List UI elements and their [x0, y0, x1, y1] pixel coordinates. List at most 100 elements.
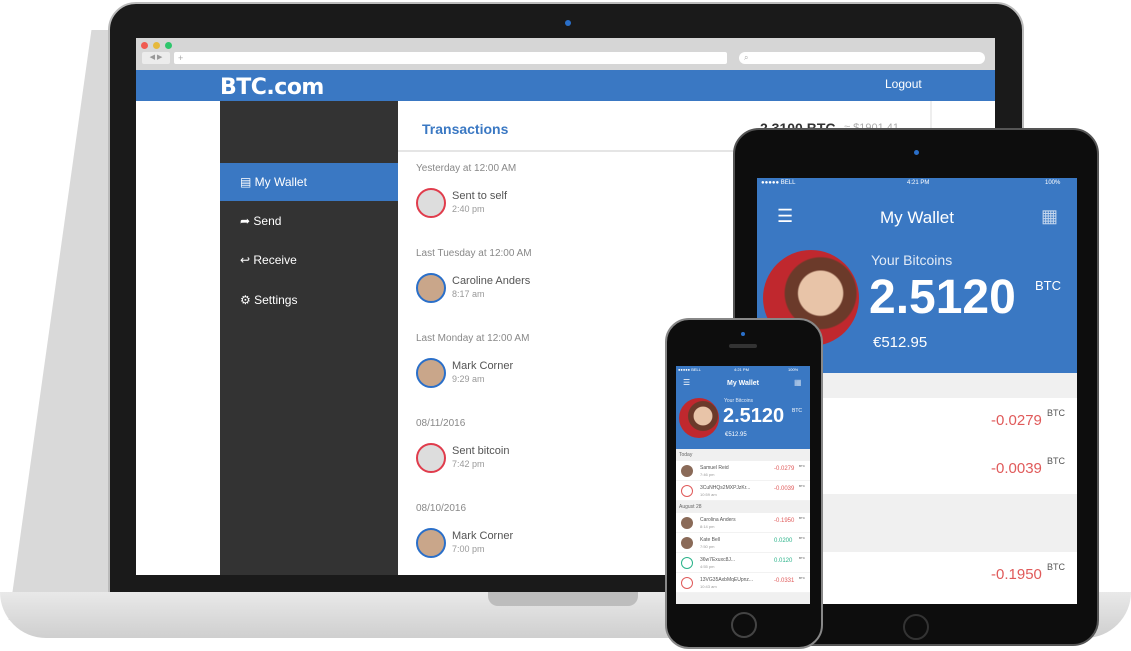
transaction-amount: -0.0279	[991, 412, 1042, 429]
transaction-name: Sent to self	[452, 190, 508, 202]
status-battery: 100%	[1045, 180, 1061, 186]
btc-unit: BTC	[799, 464, 805, 468]
transaction-amount: -0.0039	[991, 460, 1042, 477]
your-bitcoins-label: Your Bitcoins	[724, 398, 753, 404]
status-carrier: ●●●●● BELL	[678, 367, 701, 372]
group-label: Last Monday at 12:00 AM	[416, 333, 530, 344]
maximize-dot[interactable]	[165, 42, 172, 49]
section-label: August 28	[679, 504, 702, 510]
transaction-time: 8:14 pm	[700, 524, 715, 529]
logo[interactable]: BTC.com	[220, 75, 324, 100]
transaction-row[interactable]: Caroline Anders 8:17 am	[416, 273, 716, 305]
group-label: Yesterday at 12:00 AM	[416, 163, 517, 174]
camera	[741, 332, 745, 336]
transaction-name: 13VG35AxbMqEUpnz...	[700, 577, 754, 583]
qr-code-icon[interactable]: ▦	[1041, 206, 1058, 227]
bitcoin-unit: BTC	[792, 408, 802, 414]
btc-unit: BTC	[1047, 456, 1065, 466]
home-button[interactable]	[903, 614, 929, 640]
transaction-time: 4:55 pm	[700, 564, 715, 569]
avatar	[416, 358, 446, 388]
transaction-row[interactable]: 36w7Exuxc8J... 4:55 pm 0.0120 BTC	[676, 553, 810, 573]
bitcoin-amount: 2.5120	[723, 405, 785, 427]
transaction-name: Carolina Anders	[700, 517, 736, 523]
status-battery: 100%	[788, 367, 799, 372]
section-label: Today	[679, 452, 693, 458]
transaction-name: Mark Corner	[452, 360, 514, 372]
group-label: Last Tuesday at 12:00 AM	[416, 248, 532, 259]
status-carrier: ●●●●● BELL	[761, 180, 796, 186]
group-label: 08/10/2016	[416, 503, 467, 514]
back-forward-buttons[interactable]: ◀ ▶	[142, 52, 170, 64]
transaction-row[interactable]: 3CuNHQs2MXPJzKr...10:59 am -0.0039 BTC	[676, 481, 810, 501]
transaction-amount: -0.0331	[774, 578, 795, 584]
home-button[interactable]	[731, 612, 757, 638]
phone: ●●●●● BELL 4:21 PM 100% ☰ My Wallet ▦ Yo…	[665, 318, 823, 649]
transaction-time: 7:42 pm	[452, 459, 485, 469]
avatar	[416, 443, 446, 473]
avatar	[681, 537, 693, 549]
transaction-name: Sent bitcoin	[452, 445, 510, 457]
sidebar-item-receive[interactable]: ↩ Receive	[220, 241, 398, 279]
transaction-amount: -0.1950	[774, 518, 795, 524]
wallet-icon: ▤	[240, 175, 255, 189]
status-time: 4:21 PM	[907, 180, 930, 186]
transaction-time: 7:00 pm	[452, 544, 485, 554]
minimize-dot[interactable]	[153, 42, 160, 49]
transaction-time: 10:43 am	[700, 584, 717, 589]
transaction-row[interactable]: Carolina Anders8:14 pm -0.1950 BTC	[676, 513, 810, 533]
avatar	[681, 557, 693, 569]
transaction-row[interactable]: 13VG35AxbMqEUpnz... 10:43 am -0.0331 BTC	[676, 573, 810, 593]
wallet-header: ●●●●● BELL 4:21 PM 100% ☰ My Wallet ▦ Yo…	[676, 366, 810, 449]
sidebar-item-settings[interactable]: ⚙ Settings	[220, 281, 398, 319]
transaction-time: 7:50 pm	[700, 544, 715, 549]
sidebar-item-my-wallet[interactable]: ▤ My Wallet	[220, 163, 398, 201]
transaction-name: Kate Bell	[700, 537, 721, 543]
camera	[914, 150, 919, 155]
avatar	[681, 577, 693, 589]
transaction-time: 9:29 am	[452, 374, 485, 384]
avatar	[681, 485, 693, 497]
avatar	[416, 273, 446, 303]
btc-unit: BTC	[799, 556, 805, 560]
screen-title: My Wallet	[880, 208, 954, 227]
browser-chrome: ◀ ▶ + ⌕	[136, 38, 995, 70]
your-bitcoins-label: Your Bitcoins	[871, 252, 953, 268]
btc-unit: BTC	[799, 484, 805, 488]
transaction-time: 7:46 pm	[700, 472, 715, 477]
transaction-name: Caroline Anders	[452, 275, 531, 287]
btc-unit: BTC	[799, 536, 805, 540]
transaction-time: 10:59 am	[700, 492, 717, 497]
laptop-notch	[488, 592, 638, 606]
url-bar[interactable]: +	[174, 52, 727, 64]
camera	[565, 20, 571, 26]
avatar	[679, 398, 719, 438]
logout-link[interactable]: Logout	[885, 77, 922, 91]
close-dot[interactable]	[141, 42, 148, 49]
transaction-row[interactable]: Kate Bell 7:50 pm 0.0200 BTC	[676, 533, 810, 553]
transaction-name: Samuel Reid	[700, 465, 729, 471]
page-title: Transactions	[422, 121, 509, 137]
transaction-name: 36w7Exuxc8J...	[700, 557, 736, 563]
avatar	[416, 188, 446, 218]
avatar	[681, 517, 693, 529]
send-icon: ➦	[240, 214, 254, 228]
transaction-amount: 0.0120	[774, 558, 793, 564]
fiat-amount: €512.95	[725, 432, 747, 438]
speaker	[729, 344, 757, 348]
search-icon[interactable]: ⌕	[739, 52, 985, 64]
btc-unit: BTC	[799, 516, 805, 520]
avatar	[416, 528, 446, 558]
qr-code-icon[interactable]: ▦	[794, 378, 802, 387]
phone-screen: ●●●●● BELL 4:21 PM 100% ☰ My Wallet ▦ Yo…	[676, 366, 810, 604]
btc-unit: BTC	[1047, 408, 1065, 418]
transaction-amount: -0.0039	[774, 486, 795, 492]
transaction-time: 2:40 pm	[452, 204, 485, 214]
fiat-amount: €512.95	[873, 334, 928, 351]
sidebar-item-send[interactable]: ➦ Send	[220, 202, 398, 240]
transaction-row[interactable]: Sent to self 2:40 pm	[416, 188, 716, 220]
transaction-row[interactable]: Samuel Reid7:46 pm -0.0279 BTC	[676, 461, 810, 481]
group-label: 08/11/2016	[416, 418, 466, 429]
screen-title: My Wallet	[726, 380, 760, 387]
btc-unit: BTC	[799, 576, 805, 580]
